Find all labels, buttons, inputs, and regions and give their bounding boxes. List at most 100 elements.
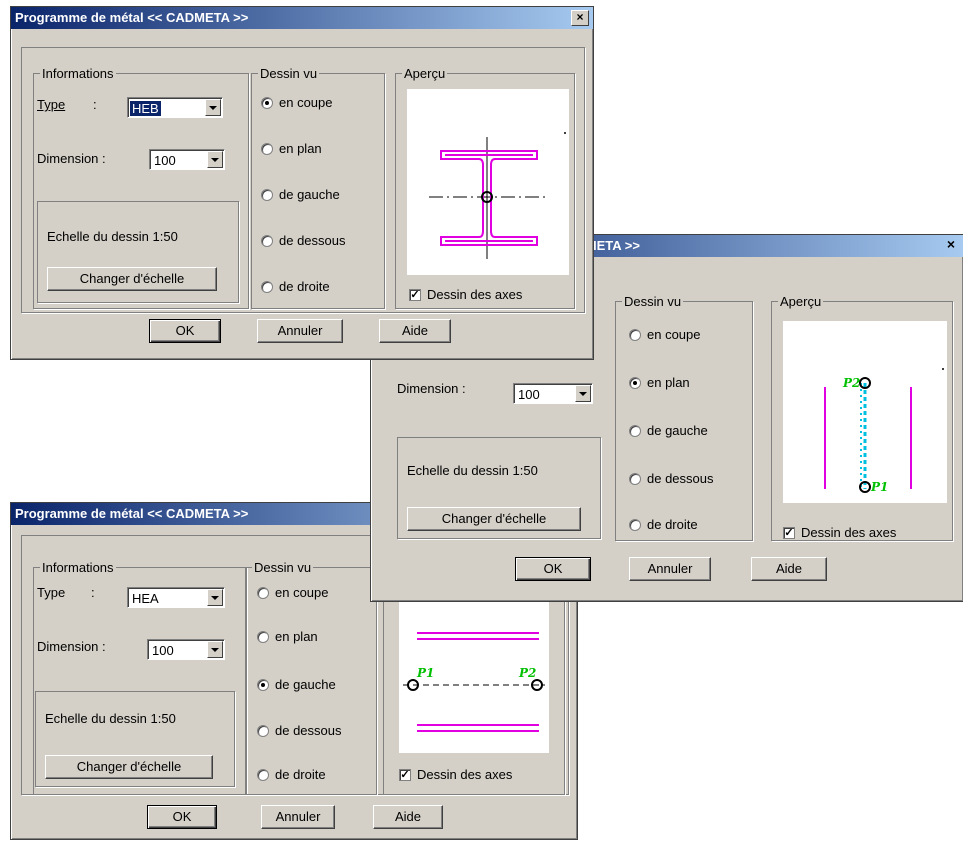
radio-circle[interactable] [261, 280, 273, 293]
type-label: Type [37, 585, 66, 600]
radio-de-dessous[interactable]: de dessous [257, 723, 342, 738]
type-label-text: Type [37, 97, 66, 112]
radio-label: en plan [279, 141, 322, 156]
radio-circle[interactable] [257, 630, 269, 643]
cancel-button[interactable]: Annuler [261, 805, 335, 829]
dimension-value: 100 [152, 643, 174, 658]
check-icon[interactable]: ✓ [409, 288, 421, 301]
radio-circle[interactable] [261, 188, 273, 201]
radio-label: de gauche [275, 677, 336, 692]
help-button[interactable]: Aide [373, 805, 443, 829]
help-button[interactable]: Aide [751, 557, 827, 581]
radio-en-plan[interactable]: en plan [629, 375, 690, 390]
radio-de-gauche[interactable]: de gauche [261, 187, 340, 202]
change-scale-button[interactable]: Changer d'échelle [45, 755, 213, 779]
ok-button[interactable]: OK [149, 319, 221, 343]
dialog-plan-title: IETA >> [593, 238, 640, 253]
radio-label: de dessous [647, 471, 714, 486]
chevron-down-icon[interactable] [207, 641, 223, 658]
preview-side-view: P1 P2 [399, 599, 549, 753]
radio-circle[interactable] [261, 234, 273, 247]
radio-de-droite[interactable]: de droite [261, 279, 330, 294]
chevron-down-icon[interactable] [575, 385, 591, 402]
radio-label: en plan [647, 375, 690, 390]
radio-circle[interactable] [257, 768, 269, 781]
type-select[interactable]: HEB [127, 97, 223, 118]
preview-group-label: Aperçu [778, 294, 824, 309]
radio-circle[interactable] [257, 586, 269, 599]
radio-circle[interactable] [629, 472, 641, 485]
axes-checkbox[interactable]: ✓ Dessin des axes [783, 525, 896, 540]
dimension-value: 100 [154, 153, 176, 168]
view-group-label: Dessin vu [252, 560, 314, 575]
check-icon[interactable]: ✓ [783, 526, 795, 539]
chevron-down-icon[interactable] [207, 151, 223, 168]
radio-de-dessous[interactable]: de dessous [629, 471, 714, 486]
radio-en-coupe[interactable]: en coupe [257, 585, 329, 600]
type-select[interactable]: HEA [127, 587, 225, 608]
dimension-select[interactable]: 100 [513, 383, 593, 404]
close-icon[interactable]: × [571, 10, 589, 26]
preview-section-view [407, 89, 569, 275]
ok-button[interactable]: OK [515, 557, 591, 581]
dialog-heb-titlebar[interactable]: Programme de métal << CADMETA >> [11, 7, 593, 29]
radio-de-droite[interactable]: de droite [257, 767, 326, 782]
radio-label: en coupe [647, 327, 701, 342]
point-p2-label: P2 [842, 376, 860, 390]
radio-de-dessous[interactable]: de dessous [261, 233, 346, 248]
radio-en-coupe[interactable]: en coupe [629, 327, 701, 342]
type-colon: : [93, 97, 97, 112]
radio-circle-selected[interactable] [261, 96, 273, 109]
type-colon: : [91, 585, 95, 600]
scale-text: Echelle du dessin 1:50 [47, 229, 178, 244]
scale-text: Echelle du dessin 1:50 [407, 463, 538, 478]
radio-de-gauche[interactable]: de gauche [257, 677, 336, 692]
type-value: HEB [130, 101, 161, 116]
dimension-value: 100 [518, 387, 540, 402]
radio-circle-selected[interactable] [257, 678, 269, 691]
type-label: Type [37, 97, 65, 112]
radio-label: en coupe [279, 95, 333, 110]
radio-de-gauche[interactable]: de gauche [629, 423, 708, 438]
ok-button[interactable]: OK [147, 805, 217, 829]
scale-text: Echelle du dessin 1:50 [45, 711, 176, 726]
check-icon[interactable]: ✓ [399, 768, 411, 781]
cancel-button[interactable]: Annuler [629, 557, 711, 581]
radio-label: en plan [275, 629, 318, 644]
view-group-label: Dessin vu [622, 294, 684, 309]
axes-label: Dessin des axes [417, 767, 513, 782]
radio-circle[interactable] [629, 328, 641, 341]
radio-en-plan[interactable]: en plan [257, 629, 318, 644]
radio-label: de gauche [647, 423, 708, 438]
i-beam-section [440, 150, 538, 246]
close-icon[interactable]: × [943, 237, 959, 252]
radio-label: de droite [647, 517, 698, 532]
radio-en-coupe[interactable]: en coupe [261, 95, 333, 110]
radio-circle[interactable] [261, 142, 273, 155]
dimension-select[interactable]: 100 [149, 149, 225, 170]
radio-label: de droite [275, 767, 326, 782]
change-scale-button[interactable]: Changer d'échelle [407, 507, 581, 531]
chevron-down-icon[interactable] [205, 99, 221, 116]
info-group-label: Informations [40, 66, 116, 81]
axes-checkbox[interactable]: ✓ Dessin des axes [409, 287, 522, 302]
axes-checkbox[interactable]: ✓ Dessin des axes [399, 767, 512, 782]
point-p2-label: P2 [518, 666, 536, 680]
radio-circle-selected[interactable] [629, 376, 641, 389]
preview-group-label: Aperçu [402, 66, 448, 81]
help-button[interactable]: Aide [379, 319, 451, 343]
change-scale-button[interactable]: Changer d'échelle [47, 267, 217, 291]
radio-circle[interactable] [629, 424, 641, 437]
dimension-select[interactable]: 100 [147, 639, 225, 660]
radio-circle[interactable] [629, 518, 641, 531]
radio-label: en coupe [275, 585, 329, 600]
radio-de-droite[interactable]: de droite [629, 517, 698, 532]
view-group-label: Dessin vu [258, 66, 320, 81]
radio-label: de droite [279, 279, 330, 294]
radio-en-plan[interactable]: en plan [261, 141, 322, 156]
radio-circle[interactable] [257, 724, 269, 737]
cancel-button[interactable]: Annuler [257, 319, 343, 343]
chevron-down-icon[interactable] [207, 589, 223, 606]
dimension-label: Dimension : [37, 151, 106, 166]
info-group-label: Informations [40, 560, 116, 575]
